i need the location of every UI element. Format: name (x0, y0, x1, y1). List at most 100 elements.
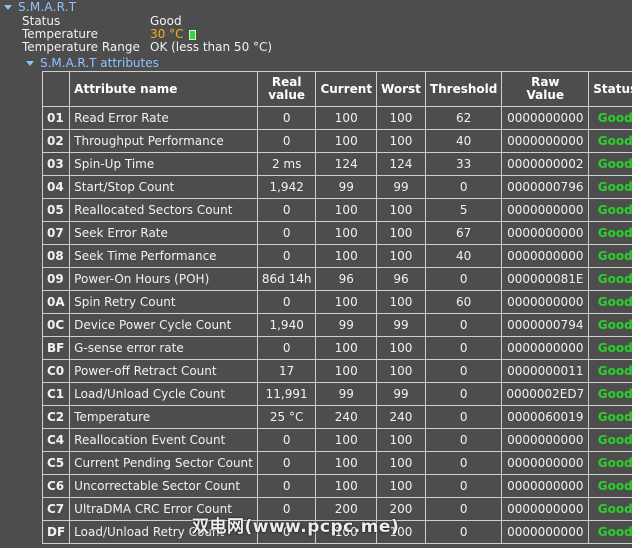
real-value: 0 (256, 221, 317, 245)
real-value: 0 (256, 244, 317, 268)
status-good: Good (588, 221, 632, 245)
attribute-name: Seek Error Rate (69, 221, 258, 245)
raw-value: 0000000794 (501, 313, 590, 337)
table-row[interactable]: 0C Device Power Cycle Count 1,940 99 99 0 0000… (41, 313, 632, 337)
attribute-name: G-sense error rate (69, 336, 258, 360)
real-value: 1,942 (256, 175, 317, 199)
attribute-id: 0C (41, 313, 71, 337)
threshold-value: 0 (424, 267, 503, 291)
attribute-name: Throughput Performance (69, 129, 258, 153)
attribute-name: Reallocation Event Count (69, 428, 258, 452)
attribute-id: C7 (41, 497, 71, 521)
table-row[interactable]: 03 Spin-Up Time 2 ms 124 124 33 0000000002 Good (41, 152, 632, 176)
attribute-id: BF (41, 336, 71, 360)
attribute-id: 03 (41, 152, 71, 176)
table-row[interactable]: C4 Reallocation Event Count 0 100 100 0 000000… (41, 428, 632, 452)
raw-value: 0000000011 (501, 359, 590, 383)
current-value: 100 (315, 198, 378, 222)
table-row[interactable]: C0 Power-off Retract Count 17 100 100 0 000000… (41, 359, 632, 383)
attribute-name: Spin-Up Time (69, 152, 258, 176)
table-row[interactable]: 02 Throughput Performance 0 100 100 40 0000000… (41, 129, 632, 153)
real-value: 0 (256, 474, 317, 498)
threshold-value: 0 (424, 497, 503, 521)
attribute-id: 05 (41, 198, 71, 222)
table-row[interactable]: 04 Start/Stop Count 1,942 99 99 0 0000000796 Go… (41, 175, 632, 199)
threshold-value: 0 (424, 336, 503, 360)
smart-attributes-toggle[interactable]: S.M.A.R.T attributes (26, 55, 159, 70)
collapse-triangle-icon (26, 60, 34, 66)
attribute-name: Current Pending Sector Count (69, 451, 258, 475)
column-header-threshold: Threshold (424, 71, 503, 107)
attribute-name: Reallocated Sectors Count (69, 198, 258, 222)
worst-value: 100 (376, 106, 426, 130)
threshold-value: 67 (424, 221, 503, 245)
current-value: 100 (315, 106, 378, 130)
attribute-name: Spin Retry Count (69, 290, 258, 314)
table-body: 01 Read Error Rate 0 100 100 62 0000000000 Good… (41, 106, 632, 544)
raw-value: 0000000000 (501, 451, 590, 475)
table-row[interactable]: 07 Seek Error Rate 0 100 100 67 0000000000 Good (41, 221, 632, 245)
real-value: 0 (256, 451, 317, 475)
worst-value: 99 (376, 382, 426, 406)
worst-value: 100 (376, 336, 426, 360)
raw-value: 0000060019 (501, 405, 590, 429)
table-row[interactable]: 05 Reallocated Sectors Count 0 100 100 5 00000… (41, 198, 632, 222)
header-real-line2: value (268, 88, 306, 102)
status-good: Good (588, 244, 632, 268)
threshold-value: 0 (424, 428, 503, 452)
table-row[interactable]: 01 Read Error Rate 0 100 100 62 0000000000 Good (41, 106, 632, 130)
real-value: 0 (256, 129, 317, 153)
attribute-name: Start/Stop Count (69, 175, 258, 199)
attribute-id: 04 (41, 175, 71, 199)
current-value: 100 (315, 336, 378, 360)
current-value: 99 (315, 313, 378, 337)
attribute-id: 01 (41, 106, 71, 130)
current-value: 100 (315, 129, 378, 153)
threshold-value: 62 (424, 106, 503, 130)
table-row[interactable]: C2 Temperature 25 °C 240 240 0 0000060019 Good (41, 405, 632, 429)
current-value: 96 (315, 267, 378, 291)
status-good: Good (588, 198, 632, 222)
raw-value: 0000002ED7 (501, 382, 590, 406)
threshold-value: 0 (424, 382, 503, 406)
status-good: Good (588, 106, 632, 130)
worst-value: 100 (376, 359, 426, 383)
smart-attributes-title: S.M.A.R.T attributes (40, 55, 159, 70)
table-header-row: Attribute name Real value Current Worst T… (41, 71, 632, 107)
table-row[interactable]: 08 Seek Time Performance 0 100 100 40 00000000… (41, 244, 632, 268)
header-raw-line2: Value (526, 88, 565, 102)
worst-value: 100 (376, 129, 426, 153)
threshold-value: 0 (424, 474, 503, 498)
status-good: Good (588, 152, 632, 176)
attribute-name: Read Error Rate (69, 106, 258, 130)
attribute-name: Power-On Hours (POH) (69, 267, 258, 291)
attribute-id: 09 (41, 267, 71, 291)
attribute-id: C0 (41, 359, 71, 383)
status-good: Good (588, 313, 632, 337)
attribute-id: C5 (41, 451, 71, 475)
current-value: 100 (315, 290, 378, 314)
raw-value: 0000000000 (501, 129, 590, 153)
table-row[interactable]: C6 Uncorrectable Sector Count 0 100 100 0 0000… (41, 474, 632, 498)
raw-value: 0000000000 (501, 221, 590, 245)
threshold-value: 0 (424, 520, 503, 544)
attribute-name: Uncorrectable Sector Count (69, 474, 258, 498)
table-row[interactable]: 09 Power-On Hours (POH) 86d 14h 96 96 0 000000… (41, 267, 632, 291)
raw-value: 0000000000 (501, 336, 590, 360)
table-row[interactable]: C5 Current Pending Sector Count 0 100 100 0 00… (41, 451, 632, 475)
threshold-value: 40 (424, 244, 503, 268)
status-good: Good (588, 497, 632, 521)
worst-value: 100 (376, 451, 426, 475)
threshold-value: 5 (424, 198, 503, 222)
table-row[interactable]: 0A Spin Retry Count 0 100 100 60 0000000000 Goo… (41, 290, 632, 314)
table-row[interactable]: C1 Load/Unload Cycle Count 11,991 99 99 0 0000… (41, 382, 632, 406)
worst-value: 100 (376, 474, 426, 498)
status-good: Good (588, 451, 632, 475)
real-value: 1,940 (256, 313, 317, 337)
smart-section-toggle[interactable]: S.M.A.R.T (4, 0, 76, 14)
threshold-value: 0 (424, 313, 503, 337)
worst-value: 124 (376, 152, 426, 176)
status-good: Good (588, 129, 632, 153)
real-value: 25 °C (256, 405, 317, 429)
table-row[interactable]: BF G-sense error rate 0 100 100 0 0000000000 Go… (41, 336, 632, 360)
